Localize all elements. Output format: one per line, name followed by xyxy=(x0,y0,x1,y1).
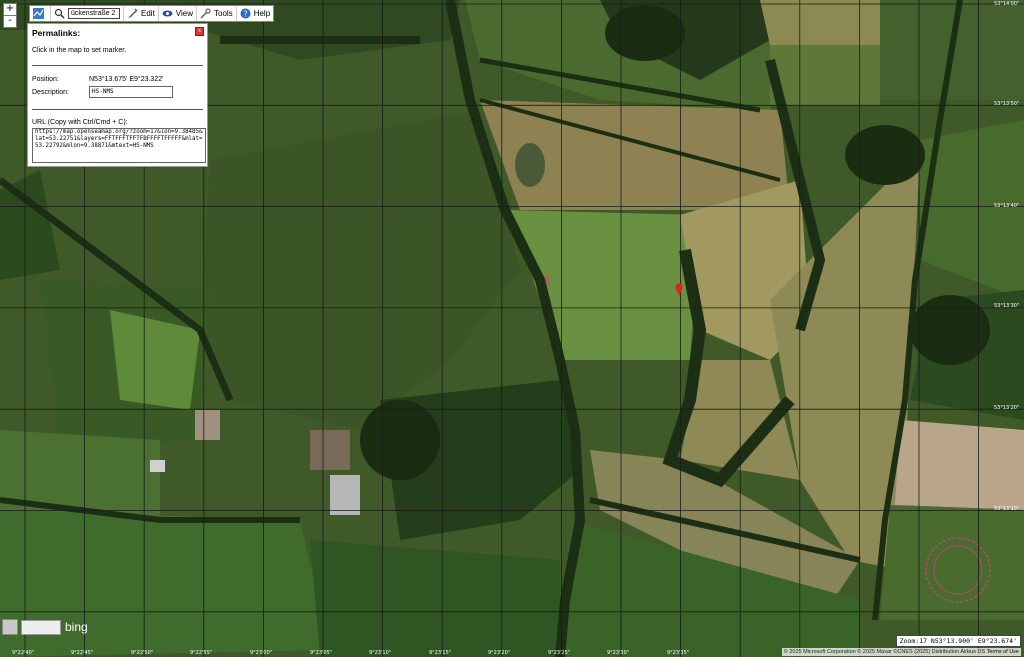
lat-label: 53°13'20" xyxy=(994,405,1020,411)
bing-logo: bing xyxy=(65,620,88,634)
layers-button[interactable] xyxy=(30,6,51,21)
lon-label: 9°22'40" xyxy=(12,650,35,656)
edit-label: Edit xyxy=(141,9,155,18)
lat-label: 53°13'40" xyxy=(994,203,1020,209)
close-icon[interactable]: x xyxy=(195,27,204,36)
tools-icon xyxy=(200,8,211,19)
divider xyxy=(32,65,203,66)
attribution-text: © 2025 Microsoft Corporation © 2025 Maxa… xyxy=(783,649,986,655)
lat-label: 53°13'50" xyxy=(994,101,1020,107)
creative-commons-icon xyxy=(21,619,61,635)
edit-icon xyxy=(127,8,138,19)
zoom-coordinates-readout: Zoom:17 N53°13.900' E9°23.674' xyxy=(895,635,1021,647)
svg-text:?: ? xyxy=(243,10,247,19)
lon-label: 9°23'00" xyxy=(250,650,273,656)
search-icon xyxy=(54,8,65,19)
lat-label: 53°14'00" xyxy=(994,1,1020,7)
lon-label: 9°22'55" xyxy=(190,650,213,656)
view-label: View xyxy=(175,9,193,18)
help-label: Help xyxy=(253,9,271,18)
lat-label: 53°13'30" xyxy=(994,303,1020,309)
search-input[interactable]: ückenstraße 2 xyxy=(68,8,120,19)
eye-icon xyxy=(162,8,173,19)
lon-label: 9°23'30" xyxy=(607,650,630,656)
position-value: N53°13.675' E9°23.322' xyxy=(89,76,164,83)
lon-label: 9°23'10" xyxy=(369,650,392,656)
search-group: ückenstraße 2 xyxy=(51,6,124,21)
map-icon xyxy=(33,8,44,19)
description-label: Description: xyxy=(32,89,69,96)
view-menu[interactable]: View xyxy=(159,6,197,21)
bing-attribution: bing xyxy=(2,619,88,635)
attribution-bar: © 2025 Microsoft Corporation © 2025 Maxa… xyxy=(781,648,1021,656)
edit-menu[interactable]: Edit xyxy=(124,6,159,21)
permalink-panel: Permalinks: x Click in the map to set ma… xyxy=(27,23,208,167)
tools-label: Tools xyxy=(214,9,233,18)
panel-title: Permalinks: xyxy=(32,28,81,38)
url-textarea[interactable]: https://map.openseamap.org/?zoom=17&lon=… xyxy=(32,128,206,163)
help-icon: ? xyxy=(240,8,251,19)
url-label: URL (Copy with Ctrl/Cmd + C): xyxy=(32,119,128,126)
divider xyxy=(32,109,203,110)
panel-hint: Click in the map to set marker. xyxy=(32,47,127,54)
lon-label: 9°23'35" xyxy=(667,650,690,656)
lon-label: 9°23'05" xyxy=(310,650,333,656)
toolbar: ückenstraße 2 Edit View Tools ? Help xyxy=(29,5,275,22)
lon-label: 9°23'20" xyxy=(488,650,511,656)
lon-label: 9°23'15" xyxy=(429,650,452,656)
lon-label: 9°22'50" xyxy=(131,650,154,656)
lon-label: 9°23'25" xyxy=(548,650,571,656)
tools-menu[interactable]: Tools xyxy=(197,6,237,21)
position-label: Position: xyxy=(32,76,59,83)
help-menu[interactable]: ? Help xyxy=(237,6,273,21)
zoom-out-button[interactable]: - xyxy=(3,15,17,28)
terms-of-use-link[interactable]: Terms of Use xyxy=(987,649,1019,655)
lon-label: 9°22'45" xyxy=(71,650,94,656)
lat-label: 53°13'10" xyxy=(994,506,1020,512)
description-input[interactable]: HS-NMS xyxy=(89,86,173,98)
license-icon xyxy=(2,619,18,635)
